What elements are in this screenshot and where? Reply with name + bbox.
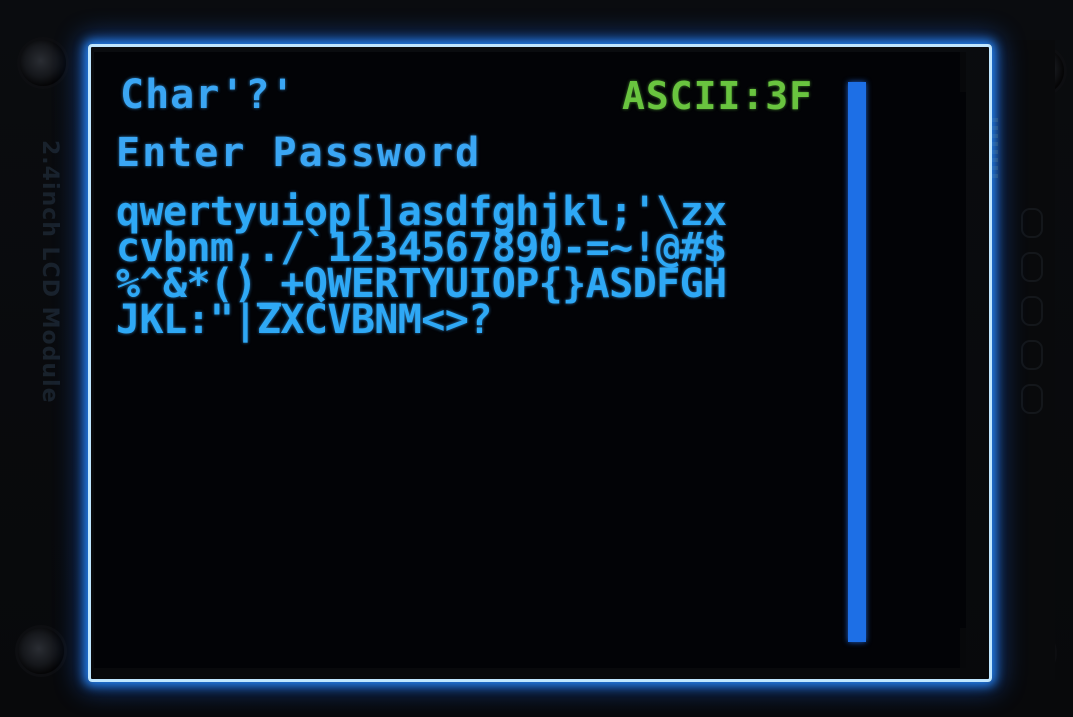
ascii-code-label: ASCII:3F bbox=[622, 74, 814, 118]
pcb-pad bbox=[1021, 252, 1043, 282]
pcb-pad bbox=[1021, 296, 1043, 326]
pcb-silkscreen-label: 2.4inch LCD Module bbox=[37, 140, 62, 404]
pcb-pad bbox=[1021, 340, 1043, 370]
mount-hole-bottom-left bbox=[18, 628, 64, 674]
lcd-screen: Char'?' ASCII:3F Enter Password qwertyui… bbox=[94, 52, 966, 668]
pcb-pad bbox=[1021, 208, 1043, 238]
screen-notch-bottom-right bbox=[960, 628, 966, 668]
keyboard-row[interactable]: JKL:"|ZXCVBNM<>? bbox=[116, 300, 492, 340]
pcb-pad bbox=[1021, 384, 1043, 414]
lcd-module-photo: 2.4inch LCD Module Char'?' ASCII:3F Ente… bbox=[0, 0, 1073, 717]
mount-hole-top-left bbox=[20, 40, 66, 86]
screen-notch-top-right bbox=[960, 52, 966, 92]
char-label: Char'?' bbox=[120, 72, 296, 118]
scrollbar[interactable] bbox=[848, 82, 866, 642]
pcb-right-edge bbox=[995, 40, 1055, 680]
password-prompt: Enter Password bbox=[116, 130, 482, 176]
